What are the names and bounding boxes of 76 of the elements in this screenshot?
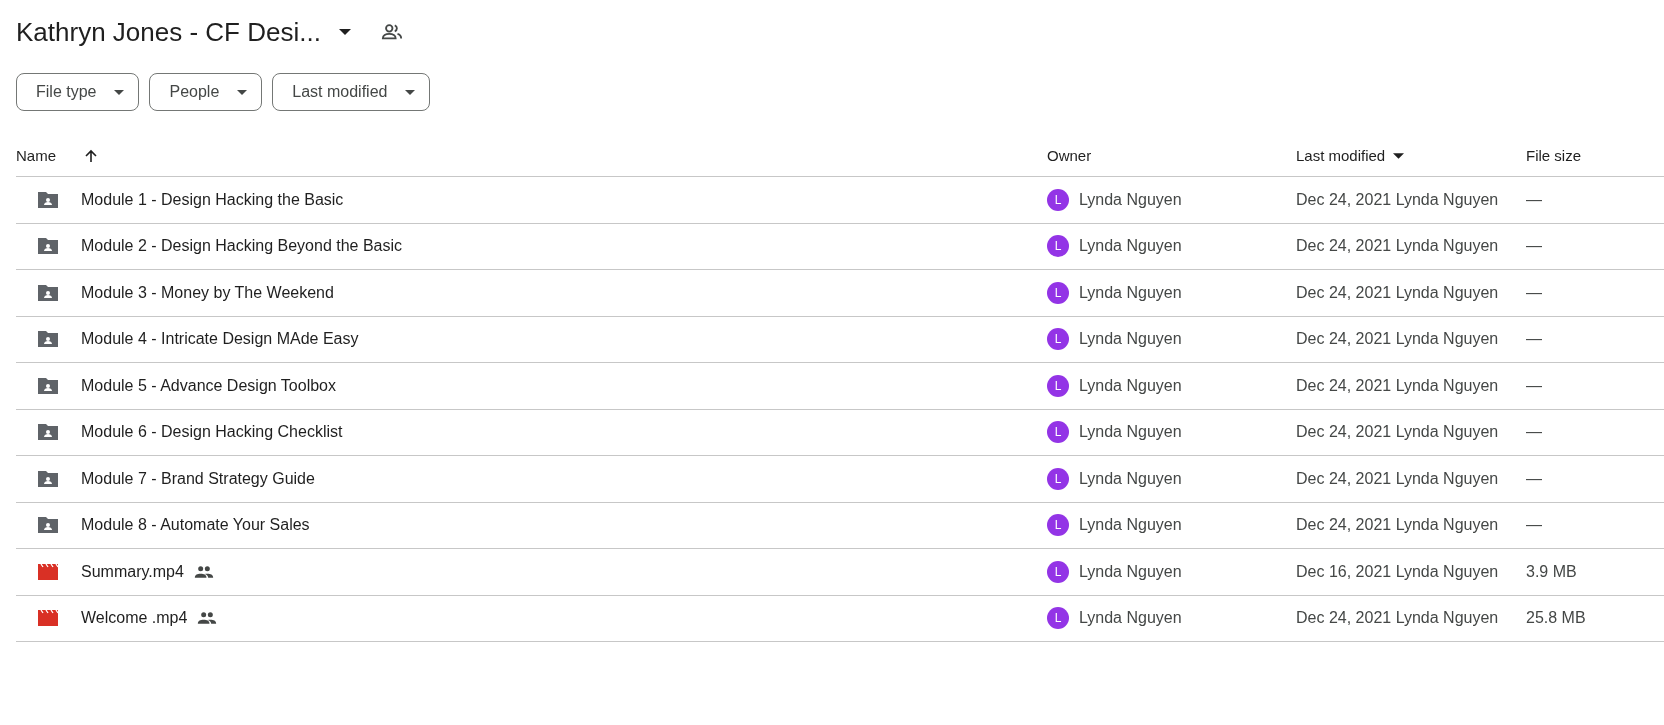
file-size: 25.8 MB bbox=[1526, 609, 1586, 628]
sort-caret-icon[interactable] bbox=[1393, 152, 1405, 159]
column-header[interactable]: Owner bbox=[1047, 147, 1092, 164]
shared-people-icon bbox=[197, 611, 218, 626]
owner-avatar: L bbox=[1047, 188, 1069, 211]
modified-date: Dec 24, 2021 Lynda Nguyen bbox=[1296, 283, 1499, 302]
modified-date: Dec 16, 2021 Lynda Nguyen bbox=[1296, 562, 1499, 581]
owner-avatar: L bbox=[1047, 560, 1069, 583]
file-size: — bbox=[1526, 237, 1542, 256]
shared-folder-icon bbox=[36, 375, 60, 396]
column-header[interactable]: Last modified bbox=[1296, 147, 1386, 164]
modified-date: Dec 24, 2021 Lynda Nguyen bbox=[1296, 190, 1499, 209]
shared-folder-icon bbox=[36, 515, 60, 536]
file-size: — bbox=[1526, 516, 1542, 535]
file-name[interactable]: Module 6 - Design Hacking Checklist bbox=[81, 423, 343, 442]
file-size: — bbox=[1526, 376, 1542, 395]
owner-avatar: L bbox=[1047, 421, 1069, 444]
file-name[interactable]: Welcome .mp4 bbox=[81, 609, 188, 628]
owner-avatar: L bbox=[1047, 235, 1069, 258]
column-header[interactable]: File size bbox=[1526, 147, 1581, 164]
file-size: — bbox=[1526, 190, 1542, 209]
owner-name: Lynda Nguyen bbox=[1079, 283, 1182, 302]
video-file-icon bbox=[36, 561, 60, 582]
owner-name: Lynda Nguyen bbox=[1079, 516, 1182, 535]
owner-avatar: L bbox=[1047, 607, 1069, 630]
shared-folder-icon bbox=[36, 189, 60, 210]
owner-avatar: L bbox=[1047, 467, 1069, 490]
shared-folder-icon bbox=[36, 282, 60, 303]
modified-date: Dec 24, 2021 Lynda Nguyen bbox=[1296, 516, 1499, 535]
file-name[interactable]: Module 1 - Design Hacking the Basic bbox=[81, 190, 344, 209]
file-name[interactable]: Module 2 - Design Hacking Beyond the Basic bbox=[81, 237, 403, 256]
file-name[interactable]: Module 3 - Money by The Weekend bbox=[81, 283, 334, 302]
owner-name: Lynda Nguyen bbox=[1079, 609, 1182, 628]
owner-name: Lynda Nguyen bbox=[1079, 190, 1182, 209]
owner-avatar: L bbox=[1047, 374, 1069, 397]
shared-people-icon bbox=[193, 564, 214, 579]
owner-name: Lynda Nguyen bbox=[1079, 330, 1182, 349]
filter-chip[interactable]: People bbox=[149, 73, 263, 111]
owner-avatar: L bbox=[1047, 328, 1069, 351]
column-header[interactable]: Name bbox=[16, 147, 56, 164]
file-name[interactable]: Module 5 - Advance Design Toolbox bbox=[81, 376, 336, 395]
modified-date: Dec 24, 2021 Lynda Nguyen bbox=[1296, 376, 1499, 395]
file-size: — bbox=[1526, 283, 1542, 302]
owner-name: Lynda Nguyen bbox=[1079, 423, 1182, 442]
file-name[interactable]: Module 7 - Brand Strategy Guide bbox=[81, 469, 315, 488]
filter-chip[interactable]: Last modified bbox=[272, 73, 431, 111]
modified-date: Dec 24, 2021 Lynda Nguyen bbox=[1296, 423, 1499, 442]
shared-folder-icon bbox=[36, 468, 60, 489]
caret-icon bbox=[237, 89, 248, 95]
shared-folder-icon bbox=[36, 236, 60, 257]
sort-up-arrow-icon[interactable] bbox=[83, 147, 99, 164]
file-size: — bbox=[1526, 330, 1542, 349]
video-file-icon bbox=[36, 608, 60, 629]
owner-name: Lynda Nguyen bbox=[1079, 376, 1182, 395]
modified-date: Dec 24, 2021 Lynda Nguyen bbox=[1296, 469, 1499, 488]
file-size: — bbox=[1526, 469, 1542, 488]
owner-avatar: L bbox=[1047, 281, 1069, 304]
file-size: 3.9 MB bbox=[1526, 562, 1577, 581]
owner-name: Lynda Nguyen bbox=[1079, 237, 1182, 256]
file-size: — bbox=[1526, 423, 1542, 442]
owner-avatar: L bbox=[1047, 514, 1069, 537]
filter-chip[interactable]: File type bbox=[16, 73, 140, 111]
caret-icon bbox=[405, 89, 416, 95]
file-name[interactable]: Module 4 - Intricate Design MAde Easy bbox=[81, 330, 359, 349]
file-name[interactable]: Module 8 - Automate Your Sales bbox=[81, 516, 310, 535]
owner-name: Lynda Nguyen bbox=[1079, 562, 1182, 581]
modified-date: Dec 24, 2021 Lynda Nguyen bbox=[1296, 330, 1499, 349]
dropdown-icon[interactable] bbox=[338, 29, 351, 35]
owner-name: Lynda Nguyen bbox=[1079, 469, 1182, 488]
caret-icon bbox=[114, 89, 125, 95]
folder-title[interactable]: Kathryn Jones - CF Desi... bbox=[16, 16, 321, 48]
shared-folder-icon bbox=[36, 422, 60, 443]
modified-date: Dec 24, 2021 Lynda Nguyen bbox=[1296, 609, 1499, 628]
shared-folder-icon bbox=[36, 329, 60, 350]
file-name[interactable]: Summary.mp4 bbox=[81, 562, 184, 581]
modified-date: Dec 24, 2021 Lynda Nguyen bbox=[1296, 237, 1499, 256]
